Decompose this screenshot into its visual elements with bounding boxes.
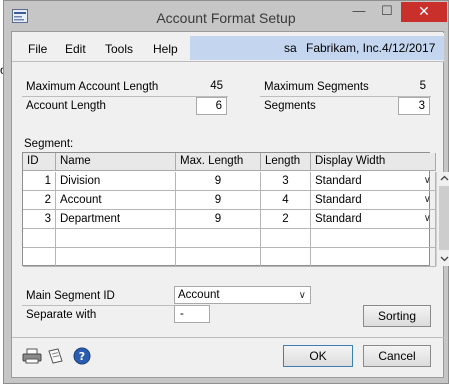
chevron-down-icon[interactable]: ∨ <box>424 210 431 228</box>
max-segments-value: 5 <box>419 80 426 92</box>
empty-cell[interactable] <box>56 248 176 267</box>
divider <box>22 305 174 306</box>
empty-cell[interactable] <box>56 229 176 248</box>
segment-label: Segment: <box>24 138 74 150</box>
context-company: Fabrikam, Inc. <box>306 41 383 55</box>
notes-icon[interactable] <box>46 348 66 364</box>
row-1-display-width[interactable]: Standard ∨ <box>311 172 436 191</box>
row-3-max-length[interactable]: 9 <box>176 210 261 229</box>
printer-icon[interactable] <box>22 348 44 364</box>
divider <box>12 61 444 62</box>
chevron-down-icon[interactable]: ∨ <box>424 191 431 209</box>
menu-file[interactable]: File <box>28 42 47 56</box>
empty-cell[interactable] <box>176 248 261 267</box>
scroll-up-icon[interactable] <box>440 175 449 181</box>
row-2-display-width[interactable]: Standard ∨ <box>311 191 436 210</box>
context-user: sa <box>284 41 297 55</box>
separate-with-label: Separate with <box>26 309 97 321</box>
row-1-length[interactable]: 3 <box>261 172 311 191</box>
segment-grid: ID Name Max. Length Length Display Width… <box>22 152 449 267</box>
minimize-button[interactable]: — <box>346 2 372 22</box>
sorting-button[interactable]: Sorting <box>363 305 431 327</box>
column-header-name[interactable]: Name <box>56 153 176 171</box>
column-header-length[interactable]: Length <box>261 153 311 171</box>
main-segment-label: Main Segment ID <box>26 290 115 302</box>
display-width-value: Standard <box>315 213 362 225</box>
maximize-button[interactable]: ☐ <box>374 2 400 22</box>
account-length-label: Account Length <box>26 100 106 112</box>
empty-cell[interactable] <box>311 229 436 248</box>
cancel-button[interactable]: Cancel <box>363 345 431 367</box>
title-bar[interactable]: Account Format Setup — ☐ ✕ <box>4 1 448 31</box>
segments-label: Segments <box>264 100 316 112</box>
row-1-max-length[interactable]: 9 <box>176 172 261 191</box>
menu-edit[interactable]: Edit <box>65 42 86 56</box>
main-segment-select[interactable]: Account ∨ <box>174 286 311 304</box>
max-account-length-label: Maximum Account Length <box>26 81 159 93</box>
separator-input[interactable]: - <box>174 305 210 323</box>
menu-help[interactable]: Help <box>153 42 178 56</box>
empty-cell[interactable] <box>176 229 261 248</box>
max-segments-label: Maximum Segments <box>264 81 369 93</box>
display-width-value: Standard <box>315 175 362 187</box>
chevron-down-icon[interactable]: ∨ <box>299 288 306 304</box>
empty-cell[interactable] <box>23 229 56 248</box>
empty-cell[interactable] <box>261 229 311 248</box>
column-header-max-length[interactable]: Max. Length <box>176 153 261 171</box>
close-button[interactable]: ✕ <box>401 2 447 22</box>
row-3-display-width[interactable]: Standard ∨ <box>311 210 436 229</box>
row-3-name[interactable]: Department <box>56 210 176 229</box>
account-length-input[interactable]: 6 <box>196 97 227 115</box>
svg-text:?: ? <box>79 350 85 363</box>
row-2-id[interactable]: 2 <box>23 191 56 210</box>
grid-scrollbar[interactable] <box>436 172 449 266</box>
row-3-id[interactable]: 3 <box>23 210 56 229</box>
main-segment-value: Account <box>178 289 220 301</box>
context-date: 4/12/2017 <box>382 41 436 55</box>
scroll-down-icon[interactable] <box>440 256 449 262</box>
row-1-id[interactable]: 1 <box>23 172 56 191</box>
column-header-display-width[interactable]: Display Width <box>311 153 436 171</box>
row-2-max-length[interactable]: 9 <box>176 191 261 210</box>
empty-cell[interactable] <box>23 248 56 267</box>
help-icon[interactable]: ? <box>73 347 91 365</box>
menu-tools[interactable]: Tools <box>105 42 133 56</box>
empty-cell[interactable] <box>311 248 436 267</box>
divider <box>12 337 444 338</box>
row-2-length[interactable]: 4 <box>261 191 311 210</box>
segments-input[interactable]: 3 <box>398 97 430 115</box>
column-header-id[interactable]: ID <box>23 153 56 171</box>
row-2-name[interactable]: Account <box>56 191 176 210</box>
scroll-thumb[interactable] <box>439 186 449 250</box>
empty-cell[interactable] <box>261 248 311 267</box>
row-1-name[interactable]: Division <box>56 172 176 191</box>
ok-button[interactable]: OK <box>283 345 353 367</box>
row-3-length[interactable]: 2 <box>261 210 311 229</box>
max-account-length-value: 45 <box>210 80 223 92</box>
chevron-down-icon[interactable]: ∨ <box>424 172 431 190</box>
display-width-value: Standard <box>315 194 362 206</box>
